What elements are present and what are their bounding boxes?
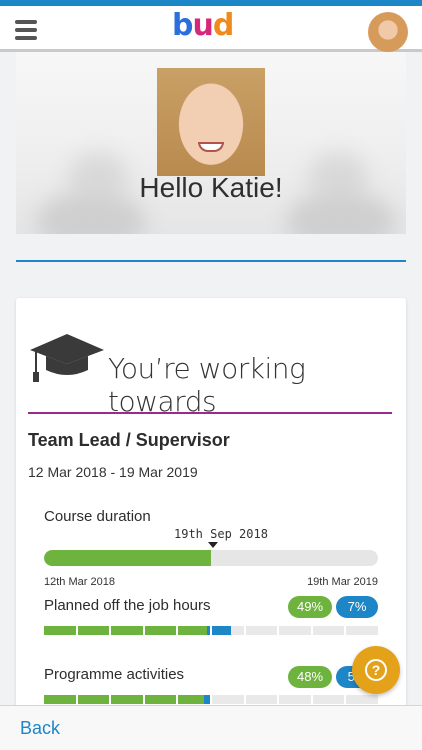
section-divider — [16, 260, 406, 262]
activities-green-badge: 48% — [288, 666, 332, 688]
activities-segment — [111, 695, 143, 704]
bud-logo: bud — [172, 8, 234, 43]
heading-divider — [28, 412, 392, 414]
top-bar: bud — [0, 0, 422, 52]
course-end-date: 19th Mar 2019 — [307, 576, 378, 588]
activities-segment — [312, 695, 345, 704]
current-date-marker-label: 19th Sep 2018 — [174, 527, 268, 541]
activities-segment — [77, 695, 110, 704]
current-date-marker-icon — [208, 542, 218, 548]
planned-hours-segment — [44, 626, 76, 635]
planned-hours-segment — [312, 626, 345, 635]
avatar[interactable] — [368, 12, 408, 52]
course-duration-bar — [44, 550, 378, 566]
help-button[interactable]: ? — [352, 646, 400, 694]
qualification-title: Team Lead / Supervisor — [28, 430, 230, 450]
activities-segment — [211, 695, 244, 704]
menu-icon[interactable] — [15, 20, 37, 40]
planned-hours-green-badge: 49% — [288, 596, 332, 618]
course-duration-fill — [44, 550, 211, 566]
activities-bar — [44, 695, 378, 704]
qualification-dates: 12 Mar 2018 - 19 Mar 2019 — [28, 464, 198, 480]
working-towards-heading: You’re working towards — [108, 352, 306, 418]
activities-segment — [279, 695, 311, 704]
planned-hours-segment — [111, 626, 143, 635]
graduation-cap-icon — [30, 334, 104, 382]
back-button[interactable]: Back — [20, 718, 60, 739]
bottom-bar: Back — [0, 705, 422, 750]
planned-hours-segment — [211, 626, 244, 635]
activities-segment — [178, 695, 210, 704]
activities-segment — [346, 695, 378, 704]
activities-segment — [245, 695, 278, 704]
planned-hours-blue-badge: 7% — [336, 596, 378, 618]
planned-hours-segment — [346, 626, 378, 635]
programme-card: You’re working towards Team Lead / Super… — [16, 298, 406, 718]
activities-segment — [144, 695, 177, 704]
planned-hours-segment — [77, 626, 110, 635]
planned-hours-segment — [178, 626, 210, 635]
profile-hero: Hello Katie! — [16, 52, 406, 234]
course-duration-label: Course duration — [44, 508, 151, 525]
planned-hours-segment — [144, 626, 177, 635]
course-start-date: 12th Mar 2018 — [44, 576, 115, 588]
activities-segment — [44, 695, 76, 704]
planned-hours-bar — [44, 626, 378, 635]
question-icon: ? — [365, 659, 387, 681]
greeting-text: Hello Katie! — [139, 172, 283, 203]
planned-hours-label: Planned off the job hours — [44, 597, 211, 614]
planned-hours-segment — [279, 626, 311, 635]
planned-hours-segment — [245, 626, 278, 635]
activities-label: Programme activities — [44, 666, 185, 683]
profile-photo — [157, 68, 265, 176]
